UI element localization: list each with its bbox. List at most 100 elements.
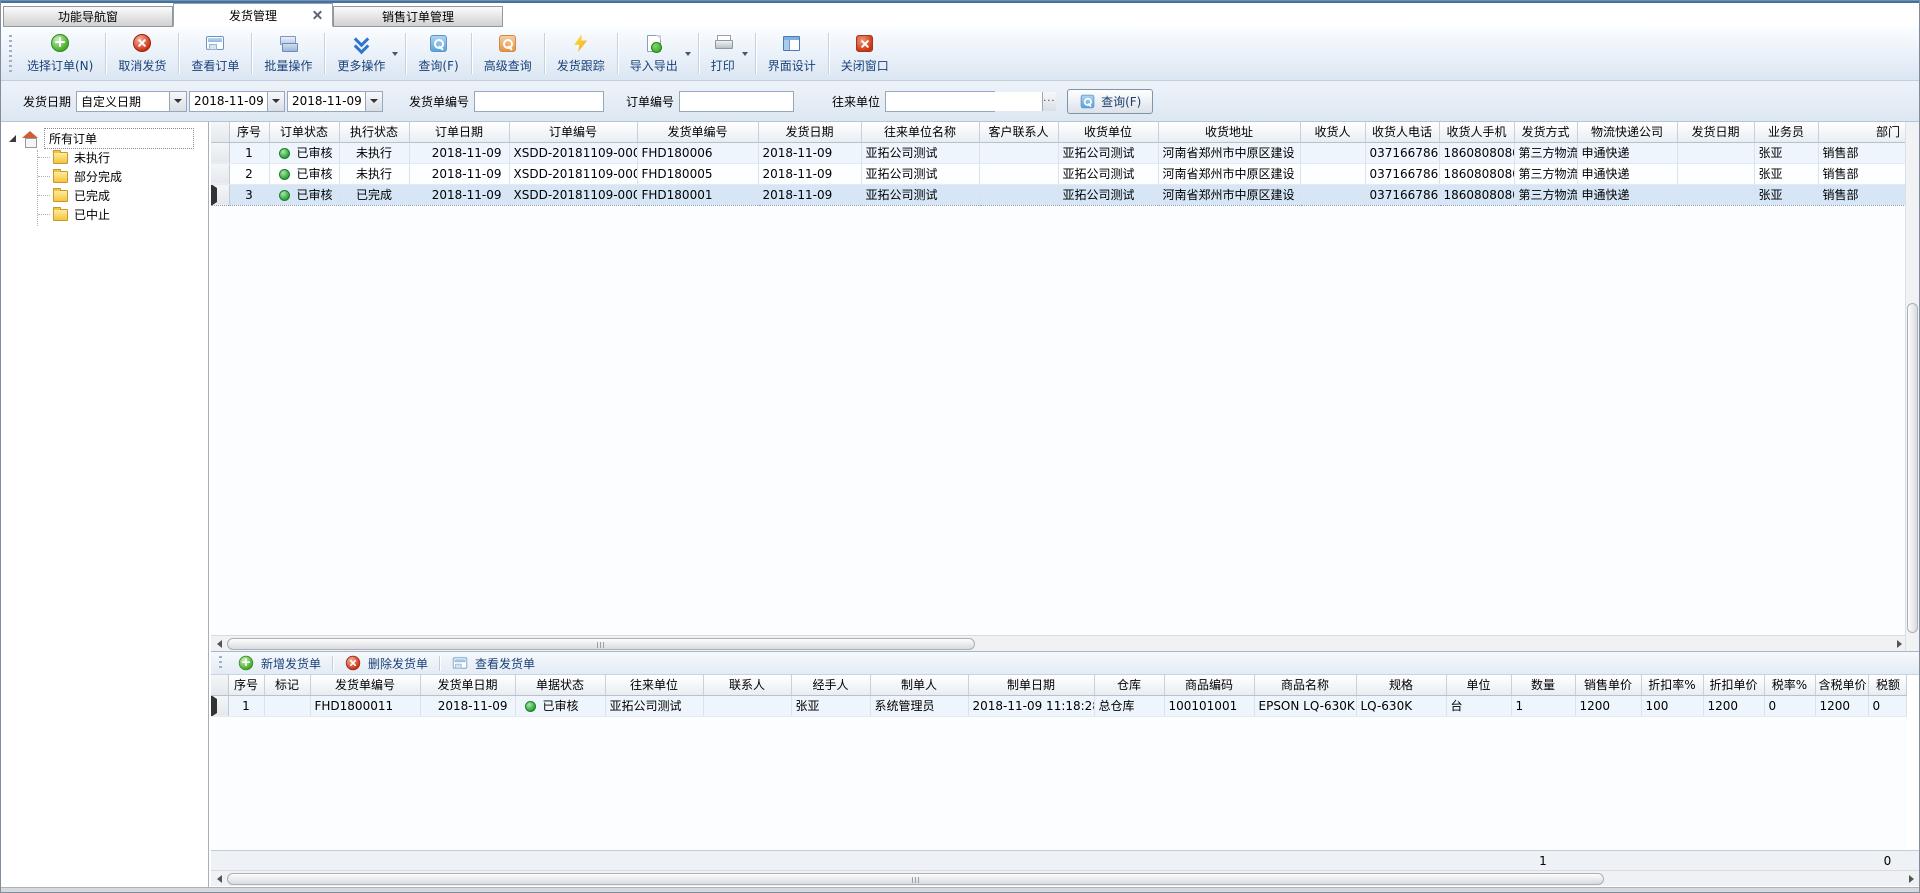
combo-arrow-button[interactable] [169, 92, 186, 111]
cell[interactable]: 已审核 [269, 184, 339, 205]
column-header[interactable]: 收货人 [1300, 122, 1365, 142]
cell[interactable]: 销售部 [1818, 184, 1907, 205]
view-order-button[interactable]: 查看订单 [180, 27, 250, 80]
column-header[interactable]: 制单人 [870, 675, 968, 695]
cell[interactable]: 18608080808 [1439, 184, 1514, 205]
column-header[interactable]: 发货方式 [1514, 122, 1577, 142]
shipment-tracking-button[interactable]: 发货跟踪 [546, 27, 616, 80]
column-header[interactable]: 折扣率% [1641, 675, 1703, 695]
column-header[interactable]: 税率% [1764, 675, 1815, 695]
cell[interactable]: 河南省郑州市中原区建设 [1158, 142, 1300, 163]
cell[interactable]: 已完成 [339, 184, 409, 205]
column-header[interactable]: 收货单位 [1058, 122, 1158, 142]
cell[interactable]: 申通快递 [1577, 142, 1677, 163]
order-no-input[interactable] [679, 91, 794, 112]
tree-node-all-orders[interactable]: 所有订单 [1, 128, 208, 148]
column-header[interactable]: 发货单编号 [310, 675, 420, 695]
toolbar-drag-grip[interactable] [219, 656, 222, 670]
cell[interactable]: 1 [229, 142, 269, 163]
cell[interactable]: 亚拓公司测试 [861, 163, 979, 184]
cell[interactable]: 18608080808 [1439, 142, 1514, 163]
search-button[interactable]: 查询(F) [1067, 89, 1153, 114]
cell[interactable]: 2018-11-09 [758, 163, 861, 184]
cell[interactable]: 河南省郑州市中原区建设 [1158, 184, 1300, 205]
cell[interactable]: 亚拓公司测试 [1058, 184, 1158, 205]
column-header[interactable]: 订单日期 [409, 122, 509, 142]
cell[interactable]: 03716678678 [1365, 163, 1439, 184]
close-window-button[interactable]: 关闭窗口 [830, 27, 900, 80]
column-header[interactable]: 销售单价 [1575, 675, 1641, 695]
cell[interactable] [1677, 163, 1754, 184]
cell[interactable]: 2018-11-09 [758, 142, 861, 163]
cell[interactable]: 2018-11-09 [409, 163, 509, 184]
column-header[interactable]: 往来单位 [605, 675, 703, 695]
cell[interactable] [979, 163, 1058, 184]
table-row-selected[interactable]: 1 FHD1800011 2018-11-09 已审核 亚拓公司测试 张亚 系统… [211, 695, 1907, 716]
cell[interactable]: 亚拓公司测试 [1058, 142, 1158, 163]
column-header[interactable]: 数量 [1511, 675, 1575, 695]
cell[interactable] [1300, 184, 1365, 205]
cell[interactable]: 总仓库 [1094, 695, 1164, 716]
import-export-button[interactable]: 导入导出 [619, 29, 689, 78]
detail-grid-hscrollbar[interactable] [211, 870, 1919, 886]
table-row[interactable]: 1 已审核 未执行 2018-11-09 XSDD-20181109-0003 … [211, 142, 1907, 163]
cell[interactable]: 亚拓公司测试 [605, 695, 703, 716]
select-order-button[interactable]: 选择订单(N) [16, 27, 104, 80]
cell[interactable]: XSDD-20181109-0003 [509, 142, 637, 163]
column-header[interactable]: 部门 [1818, 122, 1907, 142]
column-header[interactable]: 订单编号 [509, 122, 637, 142]
column-header[interactable]: 收货人电话 [1365, 122, 1439, 142]
cell[interactable] [979, 142, 1058, 163]
cell[interactable]: 未执行 [339, 163, 409, 184]
cell[interactable] [264, 695, 310, 716]
cell[interactable]: 申通快递 [1577, 163, 1677, 184]
cell[interactable]: 2018-11-09 [409, 142, 509, 163]
column-header[interactable]: 物流快递公司 [1577, 122, 1677, 142]
column-header[interactable]: 单位 [1446, 675, 1511, 695]
column-header[interactable]: 折扣单价 [1703, 675, 1764, 695]
cell[interactable]: 第三方物流 [1514, 184, 1577, 205]
cell[interactable]: 1 [1511, 695, 1575, 716]
batch-operation-button[interactable]: 批量操作 [253, 27, 323, 80]
date-mode-combo[interactable]: 自定义日期 [76, 91, 187, 112]
main-grid-hscrollbar[interactable] [211, 635, 1907, 651]
cell[interactable] [1300, 163, 1365, 184]
cell[interactable]: EPSON LQ-630K [1254, 695, 1356, 716]
column-header[interactable]: 发货单日期 [420, 675, 515, 695]
column-header[interactable]: 经手人 [791, 675, 870, 695]
tree-node-label[interactable]: 所有订单 [44, 128, 194, 149]
column-header[interactable]: 收货人手机 [1439, 122, 1514, 142]
cell[interactable] [1300, 142, 1365, 163]
partner-input[interactable] [886, 92, 1042, 111]
cell[interactable]: 2018-11-09 [409, 184, 509, 205]
cell[interactable]: XSDD-20181109-0002 [509, 184, 637, 205]
column-header[interactable]: 序号 [229, 122, 269, 142]
cell[interactable]: 0 [1764, 695, 1815, 716]
query-button[interactable]: 查询(F) [407, 27, 469, 80]
hscrollbar-thumb[interactable] [227, 873, 1604, 885]
cell[interactable] [703, 695, 791, 716]
row-indicator[interactable] [211, 184, 229, 205]
cell[interactable]: FHD1800011 [310, 695, 420, 716]
cell[interactable]: 03716678678 [1365, 142, 1439, 163]
cell[interactable]: FHD180005 [637, 163, 758, 184]
date-to-picker[interactable]: 2018-11-09 [287, 91, 383, 112]
cell[interactable]: 03716678678 [1365, 184, 1439, 205]
row-indicator[interactable] [211, 142, 229, 163]
cell[interactable]: 第三方物流 [1514, 163, 1577, 184]
cell[interactable] [1677, 184, 1754, 205]
browse-ellipsis-button[interactable]: ··· [1042, 92, 1056, 111]
scroll-left-arrow[interactable] [211, 871, 227, 887]
cell[interactable]: 已审核 [269, 163, 339, 184]
cancel-shipment-button[interactable]: 取消发货 [107, 27, 177, 80]
cell[interactable]: 销售部 [1818, 163, 1907, 184]
close-icon[interactable] [312, 10, 323, 21]
cell[interactable]: LQ-630K [1356, 695, 1446, 716]
cell[interactable]: 申通快递 [1577, 184, 1677, 205]
cell[interactable]: 亚拓公司测试 [861, 184, 979, 205]
date-from-picker[interactable]: 2018-11-09 [189, 91, 285, 112]
table-row-selected[interactable]: 3 已审核 已完成 2018-11-09 XSDD-20181109-0002 … [211, 184, 1907, 205]
column-header[interactable]: 规格 [1356, 675, 1446, 695]
cell[interactable]: 1200 [1575, 695, 1641, 716]
column-header[interactable]: 客户联系人 [979, 122, 1058, 142]
